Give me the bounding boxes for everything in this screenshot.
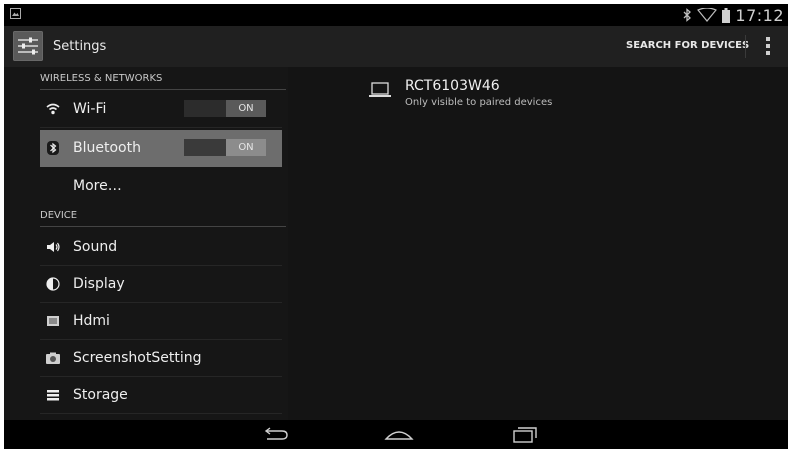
battery-icon [722,7,731,23]
settings-item-sound[interactable]: Sound [40,229,282,266]
notification-icon [10,8,21,19]
wifi-icon [46,103,60,115]
settings-item-label: Wi-Fi [73,101,107,117]
camera-icon [46,352,60,364]
navigation-bar [4,420,788,449]
wifi-toggle[interactable]: ON [184,100,266,117]
back-icon[interactable] [258,423,292,445]
settings-item-screenshot[interactable]: ScreenshotSetting [40,340,282,377]
settings-list: WIRELESS & NETWORKS Wi-Fi ON Bluetooth O… [4,67,288,420]
settings-item-wifi[interactable]: Wi-Fi ON [40,91,282,128]
settings-item-more[interactable]: More… [40,168,282,205]
search-for-devices-button[interactable]: SEARCH FOR DEVICES [618,36,757,56]
bluetooth-icon [47,141,59,155]
page-title: Settings [53,39,107,54]
settings-app-icon[interactable] [13,31,43,61]
bluetooth-icon [683,8,692,22]
device-visibility-status: Only visible to paired devices [405,97,553,108]
overflow-menu-icon[interactable] [761,35,775,57]
status-icons: 17:12 [682,4,788,26]
clock: 17:12 [735,5,784,25]
section-header-wireless: WIRELESS & NETWORKS [40,71,286,90]
toggle-state: ON [226,139,266,156]
display-icon [46,277,60,291]
settings-item-label: Display [73,276,125,292]
settings-item-bluetooth[interactable]: Bluetooth ON [40,130,282,167]
recent-apps-icon[interactable] [507,423,541,445]
device-name[interactable]: RCT6103W46 [405,78,500,94]
sound-icon [47,242,60,252]
settings-item-display[interactable]: Display [40,266,282,303]
section-header-device: DEVICE [40,208,286,227]
laptop-icon [369,82,391,97]
hdmi-icon [47,316,59,326]
home-icon[interactable] [382,423,416,445]
android-screen: 17:12 Settings SEARCH FOR DEVICES WIRELE… [4,4,788,449]
settings-item-label: Bluetooth [73,140,141,156]
settings-item-label: More… [73,178,122,194]
action-bar-divider [745,35,746,58]
bluetooth-detail-panel: RCT6103W46 Only visible to paired device… [288,67,788,420]
action-bar: Settings SEARCH FOR DEVICES [4,26,788,68]
wifi-icon [697,8,718,22]
bluetooth-toggle[interactable]: ON [184,139,266,156]
settings-item-label: ScreenshotSetting [73,350,202,366]
settings-item-label: Hdmi [73,313,110,329]
settings-item-label: Storage [73,387,128,403]
toggle-state: ON [226,100,266,117]
status-bar: 17:12 [4,4,788,26]
settings-item-hdmi[interactable]: Hdmi [40,303,282,340]
storage-icon [47,390,59,401]
settings-item-storage[interactable]: Storage [40,377,282,414]
settings-item-label: Sound [73,239,118,255]
